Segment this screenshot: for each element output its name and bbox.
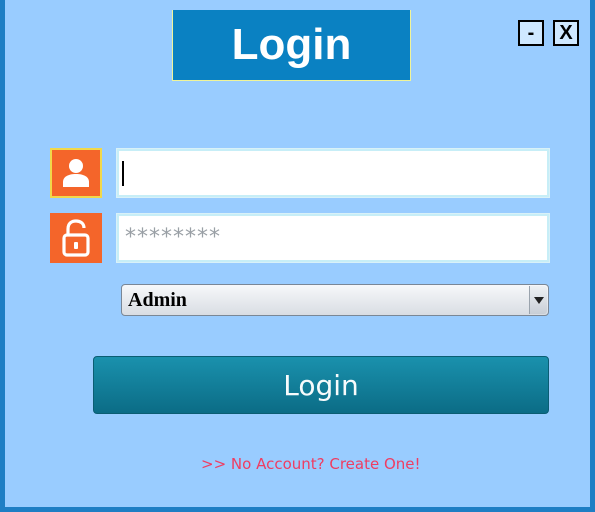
user-icon — [50, 148, 102, 198]
page-title: Login — [231, 20, 352, 69]
text-caret — [122, 161, 124, 186]
chevron-down-glyph — [533, 296, 544, 304]
login-window: Login - X ******** Admin Login >> No Acc… — [0, 0, 595, 512]
lock-icon-glyph — [62, 219, 90, 257]
create-account-link[interactable]: >> No Account? Create One! — [201, 455, 421, 473]
minimize-button[interactable]: - — [518, 20, 544, 46]
login-button[interactable]: Login — [93, 356, 549, 414]
chevron-down-icon[interactable] — [529, 286, 547, 314]
lock-icon — [50, 213, 102, 263]
username-input[interactable] — [116, 148, 550, 198]
role-select[interactable]: Admin — [121, 284, 549, 316]
user-icon-glyph — [63, 159, 89, 187]
role-select-value: Admin — [128, 288, 187, 311]
title-banner: Login — [172, 10, 411, 81]
close-button[interactable]: X — [553, 20, 579, 46]
password-input[interactable] — [116, 213, 550, 263]
